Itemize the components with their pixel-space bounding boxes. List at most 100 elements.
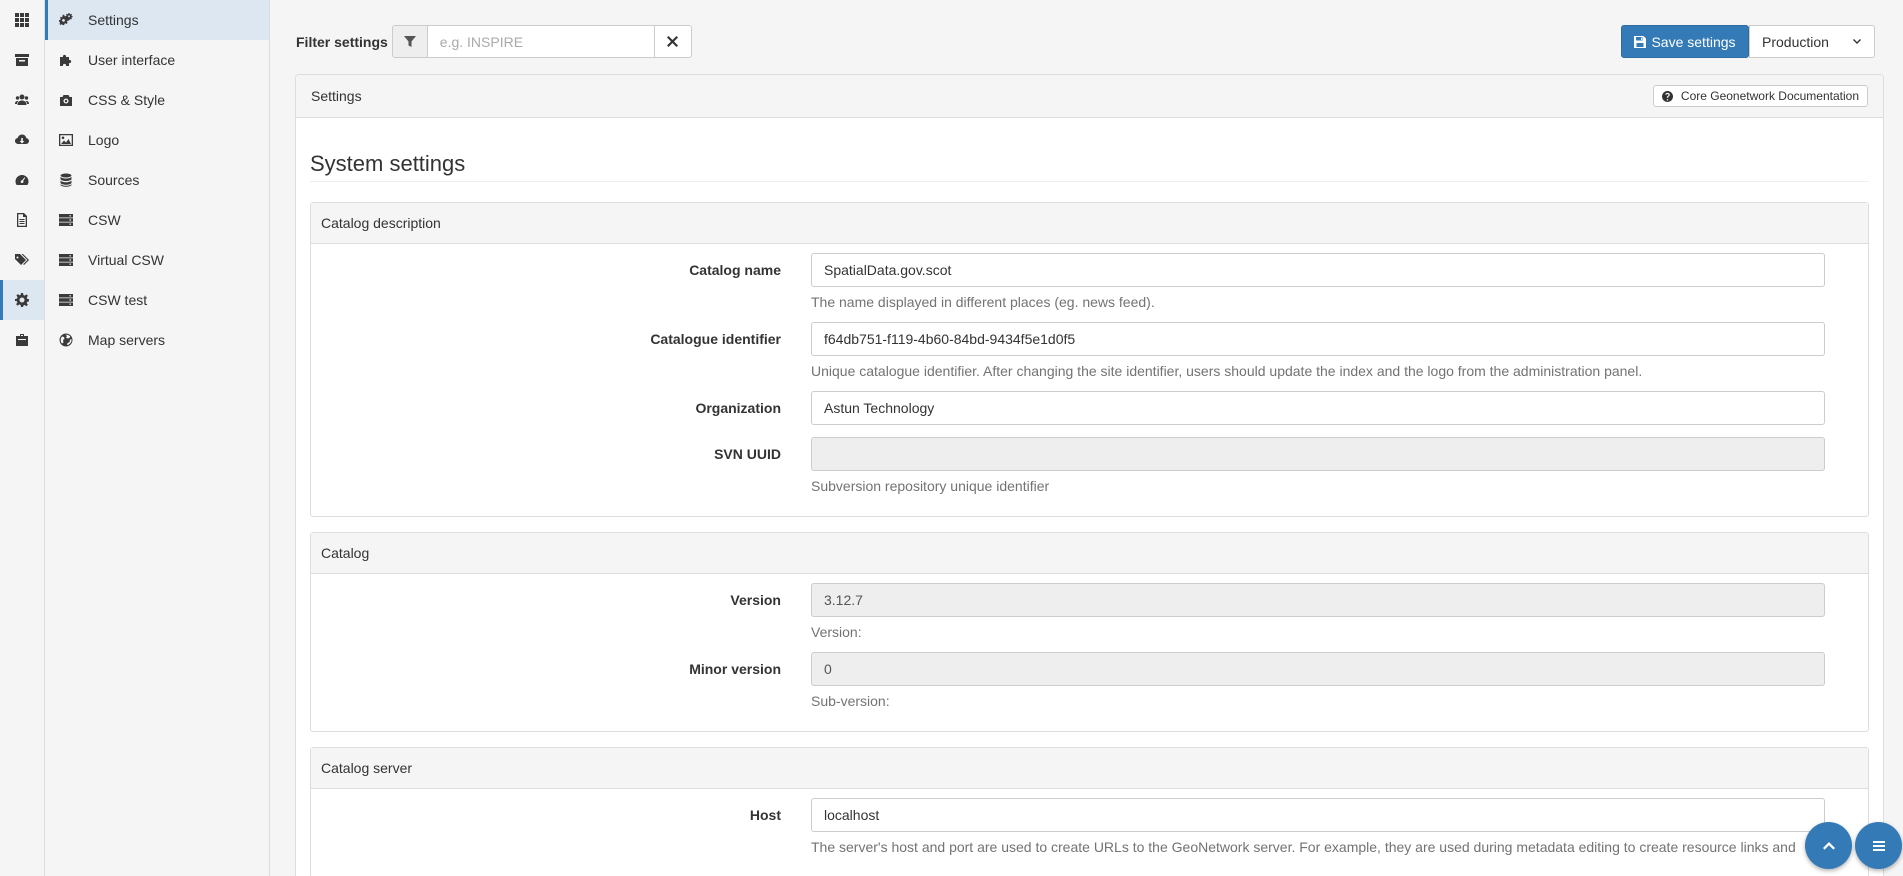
sidebar-item-label: Sources bbox=[88, 172, 140, 188]
environment-select[interactable]: Production bbox=[1749, 25, 1875, 58]
cog-icon bbox=[15, 293, 29, 307]
icon-rail bbox=[0, 0, 45, 876]
help-text: Version: bbox=[811, 624, 862, 640]
rail-item-settings[interactable] bbox=[0, 280, 44, 320]
grid-icon bbox=[15, 13, 29, 27]
section-body: Host The server's host and port are used… bbox=[311, 789, 1868, 876]
camera-icon bbox=[60, 95, 72, 106]
chevron-up-icon bbox=[1822, 841, 1835, 850]
section-catalog-server: Catalog server Host The server's host an… bbox=[310, 747, 1869, 876]
section-title: Catalog server bbox=[311, 748, 1868, 789]
field-svn-uuid: SVN UUID Subversion repository unique id… bbox=[311, 437, 1868, 494]
inbox-icon bbox=[15, 54, 29, 66]
field-host: Host The server's host and port are used… bbox=[311, 798, 1868, 855]
catalog-name-input[interactable] bbox=[811, 253, 1825, 287]
server-icon bbox=[59, 294, 73, 306]
sidebar-item-csw-test[interactable]: CSW test bbox=[45, 280, 269, 320]
field-catalogue-identifier: Catalogue identifier Unique catalogue id… bbox=[311, 322, 1868, 379]
organization-input[interactable] bbox=[811, 391, 1825, 425]
database-icon bbox=[60, 173, 72, 187]
sidebar-item-virtual-csw[interactable]: Virtual CSW bbox=[45, 240, 269, 280]
field-minor-version: Minor version Sub-version: bbox=[311, 652, 1868, 709]
svn-uuid-input bbox=[811, 437, 1825, 471]
sidebar-item-csw[interactable]: CSW bbox=[45, 200, 269, 240]
environment-select-value: Production bbox=[1762, 33, 1829, 50]
field-organization: Organization bbox=[311, 391, 1868, 425]
save-settings-button[interactable]: Save settings bbox=[1621, 25, 1749, 58]
sidebar-item-label: CSW bbox=[88, 212, 121, 228]
server-icon bbox=[59, 254, 73, 266]
save-icon bbox=[1634, 35, 1647, 48]
section-body: Catalog name The name displayed in diffe… bbox=[311, 244, 1868, 516]
list-icon bbox=[1872, 840, 1885, 851]
clear-filter-button[interactable] bbox=[654, 25, 692, 58]
section-title: Catalog bbox=[311, 533, 1868, 574]
help-text: Subversion repository unique identifier bbox=[811, 478, 1050, 494]
rail-item-dashboard[interactable] bbox=[0, 0, 44, 40]
sidebar-item-label: Virtual CSW bbox=[88, 252, 164, 268]
rail-item-records[interactable] bbox=[0, 40, 44, 80]
scroll-to-top-button[interactable] bbox=[1805, 822, 1852, 869]
section-catalog-description: Catalog description Catalog name The nam… bbox=[310, 202, 1869, 517]
field-version: Version Version: bbox=[311, 583, 1868, 640]
rail-item-harvesting[interactable] bbox=[0, 120, 44, 160]
rail-item-statistics[interactable] bbox=[0, 160, 44, 200]
version-input bbox=[811, 583, 1825, 617]
sidebar-item-sources[interactable]: Sources bbox=[45, 160, 269, 200]
help-text: The server's host and port are used to c… bbox=[811, 839, 1796, 855]
sidebar-item-css-style[interactable]: CSS & Style bbox=[45, 80, 269, 120]
tags-icon bbox=[15, 254, 29, 265]
panel-body: System settings Catalog description Cata… bbox=[296, 151, 1883, 876]
help-text: The name displayed in different places (… bbox=[811, 294, 1155, 310]
sidebar-item-label: Settings bbox=[88, 12, 139, 28]
filter-addon bbox=[391, 25, 428, 58]
image-icon bbox=[59, 134, 73, 146]
host-input[interactable] bbox=[811, 798, 1825, 832]
documentation-label: Core Geonetwork Documentation bbox=[1680, 89, 1859, 103]
briefcase-icon bbox=[16, 334, 28, 346]
page-title: System settings bbox=[310, 151, 1869, 182]
field-label: Host bbox=[749, 807, 781, 823]
sidebar-item-map-servers[interactable]: Map servers bbox=[45, 320, 269, 360]
help-text: Sub-version: bbox=[811, 693, 890, 709]
settings-panel: Settings Core Geonetwork Documentation S… bbox=[295, 74, 1884, 876]
field-label: SVN UUID bbox=[714, 446, 781, 462]
catalogue-identifier-input[interactable] bbox=[811, 322, 1825, 356]
sidebar-item-logo[interactable]: Logo bbox=[45, 120, 269, 160]
panel-title: Settings bbox=[311, 88, 362, 104]
section-body: Version Version: Minor version Sub-versi… bbox=[311, 574, 1868, 731]
toc-menu-button[interactable] bbox=[1855, 822, 1902, 869]
cloud-download-icon bbox=[15, 134, 29, 144]
users-icon bbox=[15, 94, 29, 105]
sidebar-item-user-interface[interactable]: User interface bbox=[45, 40, 269, 80]
filter-icon bbox=[403, 35, 416, 47]
documentation-button[interactable]: Core Geonetwork Documentation bbox=[1652, 85, 1868, 107]
sidebar-item-label: CSW test bbox=[88, 292, 148, 308]
sidebar-item-label: Map servers bbox=[88, 332, 166, 348]
dashboard-icon bbox=[15, 175, 29, 185]
puzzle-icon bbox=[60, 54, 72, 66]
field-catalog-name: Catalog name The name displayed in diffe… bbox=[311, 253, 1868, 310]
field-label: Organization bbox=[695, 400, 781, 416]
sidebar-item-settings[interactable]: Settings bbox=[45, 0, 269, 40]
rail-item-users[interactable] bbox=[0, 80, 44, 120]
question-circle-icon bbox=[1661, 90, 1673, 102]
field-label: Minor version bbox=[689, 661, 781, 677]
save-settings-label: Save settings bbox=[1651, 33, 1736, 50]
file-icon bbox=[17, 213, 27, 227]
section-catalog: Catalog Version Version: Minor version bbox=[310, 532, 1869, 732]
cogs-icon bbox=[59, 13, 73, 26]
minor-version-input bbox=[811, 652, 1825, 686]
globe-icon bbox=[59, 333, 73, 347]
section-title: Catalog description bbox=[311, 203, 1868, 244]
sidebar-item-label: User interface bbox=[88, 52, 176, 68]
filter-input[interactable] bbox=[427, 25, 655, 58]
main-content: Filter settings Save settings Production… bbox=[271, 0, 1903, 876]
rail-item-tools[interactable] bbox=[0, 320, 44, 360]
help-text: Unique catalogue identifier. After chang… bbox=[811, 363, 1643, 379]
filter-toolbar: Filter settings bbox=[296, 25, 692, 58]
server-icon bbox=[59, 214, 73, 226]
rail-item-classification[interactable] bbox=[0, 240, 44, 280]
sidebar-item-label: Logo bbox=[88, 132, 120, 148]
rail-item-standards[interactable] bbox=[0, 200, 44, 240]
